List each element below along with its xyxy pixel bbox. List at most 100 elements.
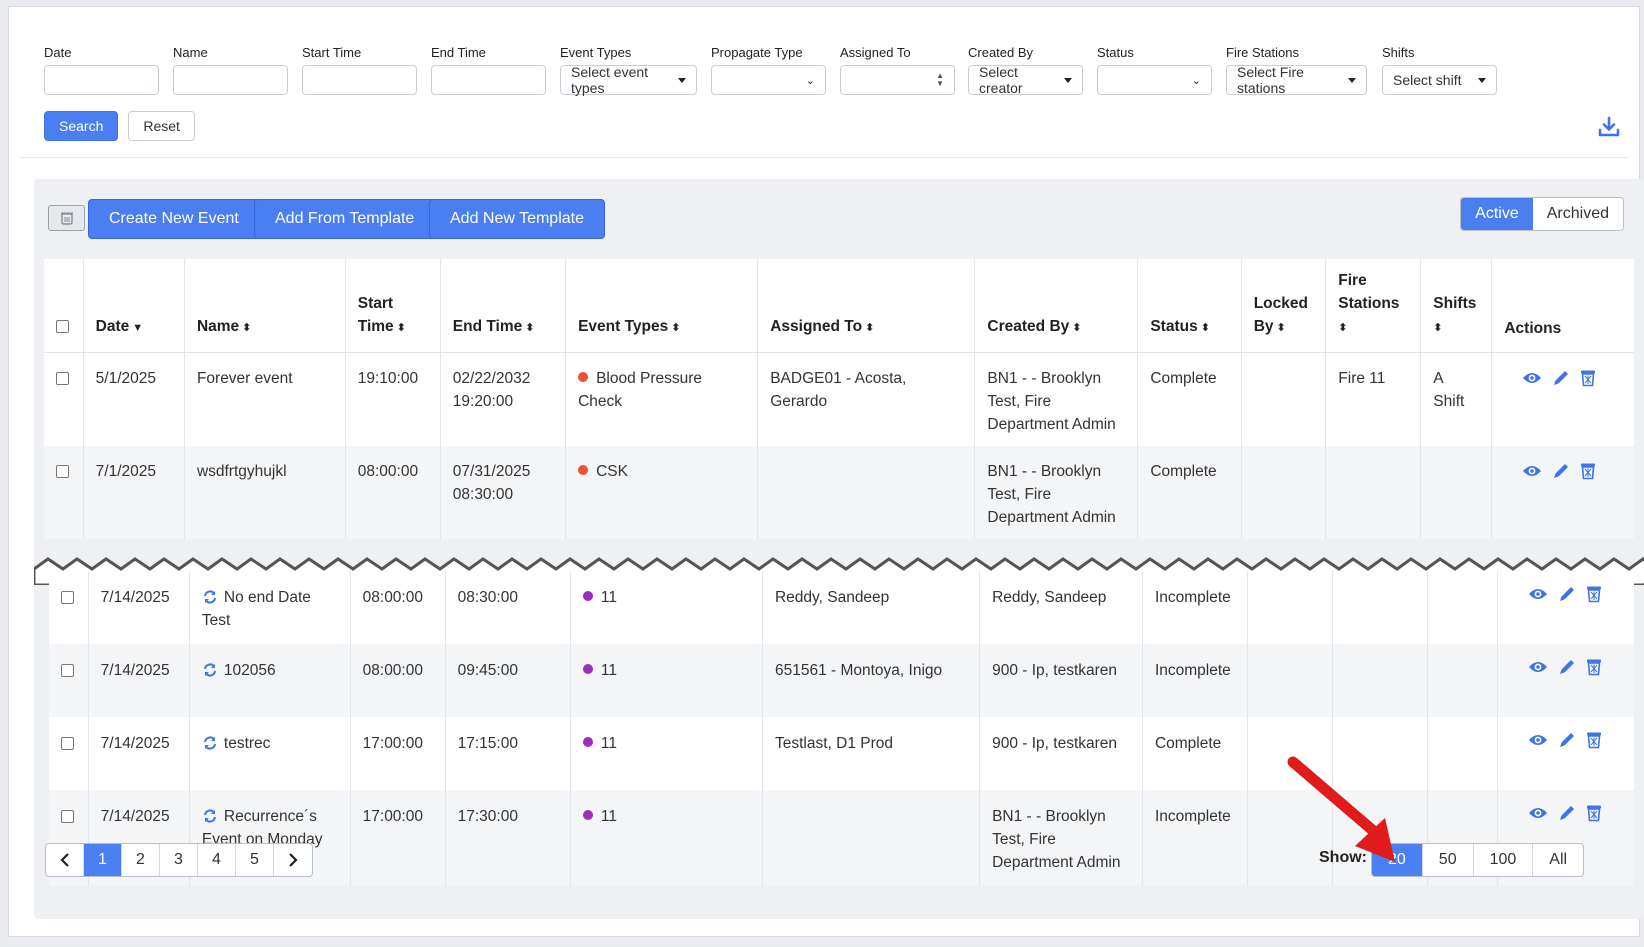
row-checkbox[interactable]: [61, 591, 74, 604]
cell-created-by: 900 - Ip, testkaren: [979, 644, 1143, 717]
reset-button[interactable]: Reset: [128, 111, 195, 141]
filter-created-by-label: Created By: [968, 45, 1034, 60]
page-size-all[interactable]: All: [1533, 844, 1583, 876]
create-new-event-button[interactable]: Create New Event: [88, 199, 260, 239]
table-row: 7/14/2025 No end Date Test 08:00:00 08:30:00…: [49, 571, 1634, 644]
fire-stations-dropdown[interactable]: Select Fire stations: [1226, 64, 1367, 96]
page-button-5[interactable]: 5: [236, 844, 274, 876]
row-checkbox[interactable]: [61, 810, 74, 823]
delete-trash-icon[interactable]: [1586, 731, 1602, 749]
edit-pencil-icon[interactable]: [1558, 585, 1576, 603]
end-date: 02/22/2032: [452, 370, 531, 387]
prev-page-button[interactable]: [46, 844, 84, 876]
name-line-1: No end Date: [223, 589, 311, 606]
column-shifts[interactable]: Shifts ⬍: [1420, 259, 1493, 353]
delete-trash-icon[interactable]: [1580, 462, 1596, 480]
created-by-dropdown[interactable]: Select creator: [968, 64, 1083, 96]
page-button-2[interactable]: 2: [122, 844, 160, 876]
edit-pencil-icon[interactable]: [1552, 369, 1570, 387]
search-button[interactable]: Search: [44, 111, 119, 141]
row-checkbox[interactable]: [56, 465, 69, 478]
select-all-header: [44, 259, 84, 353]
status-select[interactable]: ⌄: [1097, 65, 1212, 95]
event-color-dot: [578, 372, 589, 382]
sort-icon: ⬍: [865, 322, 875, 334]
cell-created-by: BN1 - - Brooklyn Test, Fire Department Adm…: [974, 446, 1139, 539]
created-line-2: Test, Fire: [987, 393, 1052, 410]
shift-line-2: Shift: [1433, 393, 1465, 410]
spinner-icon[interactable]: ▲ ▼: [936, 72, 944, 88]
event-types-value: Select event types: [571, 64, 649, 96]
row-checkbox[interactable]: [61, 664, 74, 677]
chevron-down-icon: ⌄: [805, 74, 815, 87]
view-eye-icon[interactable]: [1522, 464, 1542, 478]
column-locked-label-1: Locked: [1253, 295, 1308, 312]
page-size-100[interactable]: 100: [1474, 844, 1534, 876]
cell-actions: [1492, 353, 1634, 447]
column-fire-label-2: Stations: [1338, 295, 1400, 312]
column-actions: Actions: [1491, 259, 1634, 353]
start-time-input[interactable]: [302, 65, 417, 95]
edit-pencil-icon[interactable]: [1552, 462, 1570, 480]
row-checkbox[interactable]: [61, 737, 74, 750]
page-button-3[interactable]: 3: [160, 844, 198, 876]
next-page-button[interactable]: [274, 844, 312, 876]
view-eye-icon[interactable]: [1528, 806, 1548, 820]
delete-trash-icon[interactable]: [1580, 369, 1596, 387]
add-from-template-button[interactable]: Add From Template: [254, 199, 436, 239]
page-button-1[interactable]: 1: [84, 844, 122, 876]
view-eye-icon[interactable]: [1528, 733, 1548, 747]
edit-pencil-icon[interactable]: [1558, 731, 1576, 749]
column-created-by[interactable]: Created By ⬍: [974, 259, 1139, 353]
created-line-2: Test, Fire: [987, 486, 1052, 503]
filter-propagate-type: Propagate Type ⌄: [711, 45, 826, 95]
view-eye-icon[interactable]: [1528, 587, 1548, 601]
add-new-template-button[interactable]: Add New Template: [429, 199, 605, 239]
column-end-time[interactable]: End Time ⬍: [440, 259, 567, 353]
filter-event-types: Event Types Select event types: [560, 45, 697, 96]
row-checkbox[interactable]: [56, 372, 69, 385]
end-time-input[interactable]: [431, 65, 546, 95]
download-icon[interactable]: [1597, 115, 1621, 139]
column-locked-by[interactable]: Locked By ⬍: [1241, 259, 1327, 353]
assigned-to-stepper[interactable]: ▲ ▼: [840, 65, 955, 95]
event-types-dropdown[interactable]: Select event types: [560, 64, 697, 96]
bulk-delete-button[interactable]: [48, 205, 85, 231]
event-color-dot: [578, 465, 589, 475]
sort-desc-icon: ▼: [132, 322, 144, 334]
column-name[interactable]: Name ⬍: [184, 259, 346, 353]
name-input[interactable]: [173, 65, 288, 95]
edit-pencil-icon[interactable]: [1558, 658, 1576, 676]
filter-date-label: Date: [44, 45, 72, 60]
column-assigned-to[interactable]: Assigned To ⬍: [757, 259, 976, 353]
page-size-50[interactable]: 50: [1423, 844, 1474, 876]
filter-shifts-label: Shifts: [1382, 45, 1415, 60]
cell-status: Incomplete: [1142, 644, 1249, 717]
caret-down-icon: [1064, 77, 1072, 83]
active-toggle[interactable]: Active: [1461, 198, 1533, 230]
date-input[interactable]: [44, 65, 159, 95]
page-button-4[interactable]: 4: [198, 844, 236, 876]
cell-assigned-to: [762, 790, 981, 886]
view-eye-icon[interactable]: [1522, 371, 1542, 385]
select-all-checkbox[interactable]: [56, 320, 69, 333]
assigned-line-2: Gerardo: [770, 393, 828, 410]
delete-trash-icon[interactable]: [1586, 658, 1602, 676]
view-eye-icon[interactable]: [1528, 660, 1548, 674]
column-start-time[interactable]: Start Time ⬍: [345, 259, 441, 353]
column-shifts-label: Shifts: [1433, 295, 1477, 312]
archived-toggle[interactable]: Archived: [1532, 198, 1623, 230]
propagate-type-select[interactable]: ⌄: [711, 65, 826, 95]
shifts-dropdown[interactable]: Select shift: [1382, 65, 1497, 95]
column-actions-label: Actions: [1504, 320, 1562, 337]
edit-pencil-icon[interactable]: [1558, 804, 1576, 822]
chevron-right-icon: [289, 853, 298, 867]
column-event-types[interactable]: Event Types ⬍: [565, 259, 759, 353]
column-fire-stations[interactable]: Fire Stations ⬍: [1325, 259, 1422, 353]
cell-actions: [1497, 571, 1634, 644]
delete-trash-icon[interactable]: [1586, 804, 1602, 822]
delete-trash-icon[interactable]: [1586, 585, 1602, 603]
cell-fire-stations: [1332, 644, 1428, 717]
column-date[interactable]: Date ▼: [83, 259, 185, 353]
column-status[interactable]: Status ⬍: [1137, 259, 1242, 353]
